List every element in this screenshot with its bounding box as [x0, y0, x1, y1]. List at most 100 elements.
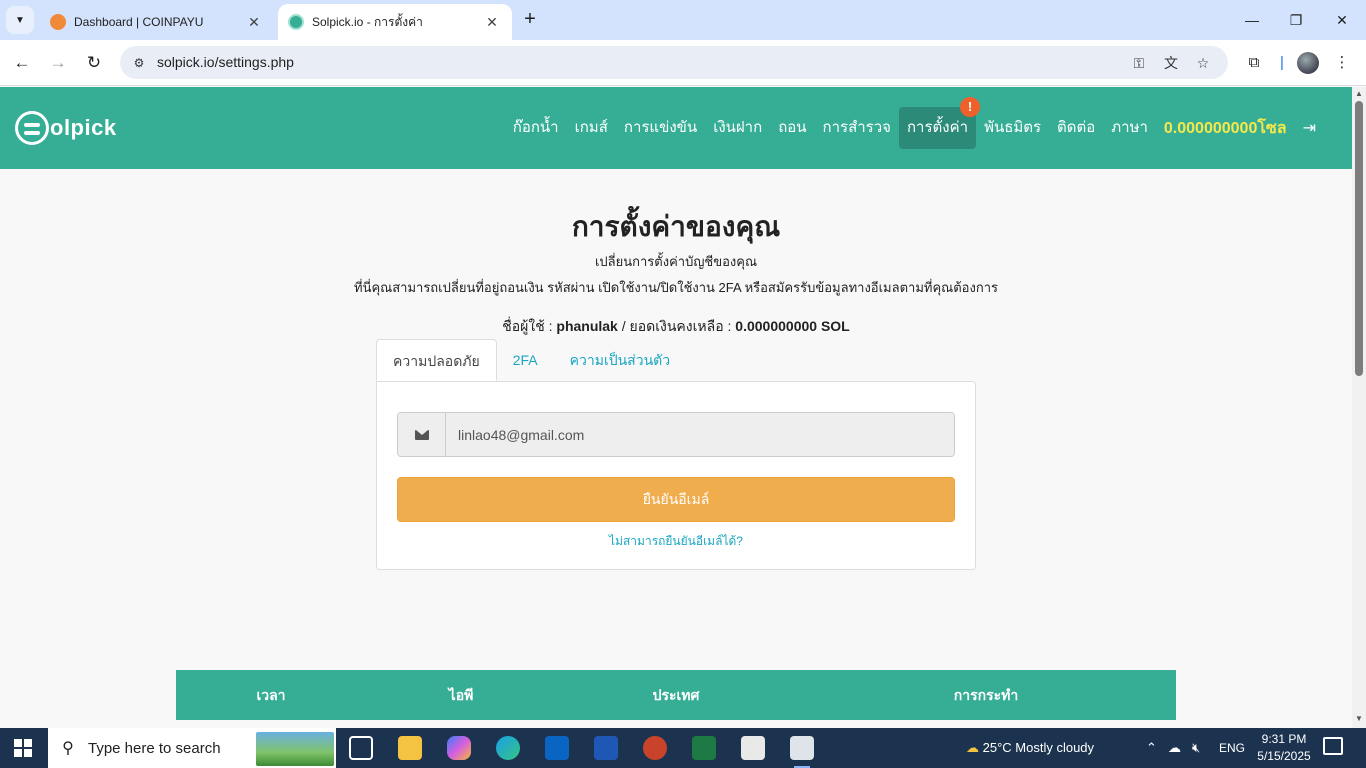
page-content: olpick ก๊อกน้ำ เกมส์ การแข่งขัน เงินฝาก …: [0, 87, 1352, 728]
word-icon[interactable]: [594, 736, 618, 760]
edge-icon[interactable]: [496, 736, 520, 760]
solpick-icon: [288, 14, 304, 30]
window-close-button[interactable]: ✕: [1330, 8, 1354, 32]
solpick-logo-icon: [15, 111, 49, 145]
browser-tab-solpick[interactable]: Solpick.io - การตั้งค่า ✕: [278, 4, 512, 40]
close-icon[interactable]: ✕: [482, 14, 502, 31]
back-arrow-icon[interactable]: ←: [10, 51, 34, 75]
settings-tabs: ความปลอดภัย 2FA ความเป็นส่วนตัว: [376, 339, 686, 381]
chrome-taskbar-icon[interactable]: [790, 736, 814, 768]
email-field[interactable]: [446, 413, 954, 456]
clock-date: 5/15/2025: [1257, 749, 1311, 763]
search-icon: ⚲: [62, 740, 74, 757]
excel-icon[interactable]: [692, 736, 716, 760]
page-description: ที่นี่คุณสามารถเปลี่ยนที่อยู่ถอนเงิน รหั…: [354, 280, 998, 295]
task-view-icon[interactable]: [349, 736, 373, 760]
bookmark-star-icon[interactable]: ☆: [1192, 52, 1214, 74]
nav-games[interactable]: เกมส์: [567, 107, 616, 149]
address-bar[interactable]: ⚙ solpick.io/settings.php ⚿ 文 ☆: [120, 46, 1228, 79]
minimize-button[interactable]: —: [1240, 8, 1264, 32]
user-info-line: ชื่อผู้ใช้ : phanulak / ยอดเงินคงเหลือ :…: [0, 316, 1352, 338]
balance-value: 0.000000000 SOL: [735, 318, 850, 334]
weather-text: 25°C Mostly cloudy: [982, 740, 1095, 755]
translate-icon[interactable]: 文: [1160, 52, 1182, 74]
scrollbar-thumb[interactable]: [1355, 101, 1363, 376]
url-text[interactable]: solpick.io/settings.php: [157, 54, 294, 70]
windows-start-icon[interactable]: [14, 739, 32, 757]
restore-button[interactable]: ❐: [1284, 8, 1308, 32]
envelope-icon: [398, 413, 446, 456]
nav-contests[interactable]: การแข่งขัน: [616, 107, 705, 149]
cant-confirm-email-link[interactable]: ไม่สามารถยืนยันอีเมล์ได้?: [377, 532, 975, 551]
taskbar-search[interactable]: ⚲ Type here to search: [48, 728, 336, 768]
tab-search-button[interactable]: ▼: [6, 6, 34, 34]
tray-chevron-icon[interactable]: ⌃: [1146, 728, 1157, 768]
cloud-sun-icon: ☁: [966, 740, 979, 755]
more-menu-icon[interactable]: ⋮: [1330, 51, 1354, 75]
file-explorer-icon[interactable]: [398, 736, 422, 760]
nav-settings[interactable]: การตั้งค่า !: [898, 97, 981, 149]
username-label: ชื่อผู้ใช้ :: [502, 318, 553, 334]
confirm-email-button[interactable]: ยืนยันอีเมล์: [397, 477, 955, 522]
nav-affiliates[interactable]: พันธมิตร: [976, 107, 1049, 149]
col-country: ประเทศ: [652, 687, 700, 703]
browser-tab-coinpayu[interactable]: Dashboard | COINPAYU ✕: [40, 4, 274, 40]
weather-widget[interactable]: ☁ 25°C Mostly cloudy: [966, 728, 1094, 768]
scroll-up-icon[interactable]: ▲: [1352, 89, 1366, 101]
copilot-icon[interactable]: [447, 736, 471, 760]
volume-muted-icon[interactable]: 🔇︎: [1192, 728, 1200, 768]
onedrive-cloud-icon[interactable]: ☁: [1168, 728, 1181, 768]
history-table-header: เวลา ไอพี ประเทศ การกระทำ: [176, 670, 1176, 720]
system-clock[interactable]: 9:31 PM 5/15/2025: [1254, 731, 1314, 765]
new-tab-button[interactable]: +: [518, 8, 542, 32]
tab-security[interactable]: ความปลอดภัย: [376, 339, 497, 381]
clock-time: 9:31 PM: [1261, 732, 1307, 746]
tab-privacy[interactable]: ความเป็นส่วนตัว: [554, 339, 687, 381]
solpick-logo[interactable]: olpick: [15, 111, 117, 145]
main-nav: ก๊อกน้ำ เกมส์ การแข่งขัน เงินฝาก ถอน การ…: [505, 97, 1324, 149]
nav-surveys[interactable]: การสำรวจ: [815, 107, 899, 149]
scroll-down-icon[interactable]: ▼: [1352, 714, 1366, 726]
outlook-icon[interactable]: [545, 736, 569, 760]
reload-icon[interactable]: ↻: [82, 51, 106, 75]
settings-intro: การตั้งค่าของคุณ เปลี่ยนการตั้งค่าบัญชีข…: [0, 205, 1352, 338]
profile-avatar[interactable]: [1297, 52, 1319, 74]
col-action: การกระทำ: [953, 687, 1019, 703]
nav-contact[interactable]: ติดต่อ: [1049, 107, 1103, 149]
powerpoint-icon[interactable]: [643, 736, 667, 760]
notification-icon[interactable]: [1323, 737, 1343, 755]
logo-text: olpick: [50, 115, 117, 140]
browser-toolbar: ← → ↻ ⚙ solpick.io/settings.php ⚿ 文 ☆ ⧉ …: [0, 40, 1366, 86]
extensions-icon[interactable]: ⧉: [1242, 51, 1266, 75]
forward-arrow-icon[interactable]: →: [46, 51, 70, 75]
browser-tab-bar: ▼ Dashboard | COINPAYU ✕ Solpick.io - กา…: [0, 0, 1366, 40]
tab-2fa[interactable]: 2FA: [497, 339, 554, 381]
tab-title: Solpick.io - การตั้งค่า: [312, 14, 423, 29]
email-input-group: [397, 412, 955, 457]
site-settings-icon[interactable]: ⚙: [128, 52, 150, 74]
tab-title: Dashboard | COINPAYU: [74, 15, 204, 29]
password-key-icon[interactable]: ⚿: [1128, 52, 1150, 74]
username-value: phanulak: [556, 318, 618, 334]
page-scrollbar[interactable]: ▲ ▼: [1352, 87, 1366, 728]
store-icon[interactable]: [741, 736, 765, 760]
site-header: olpick ก๊อกน้ำ เกมส์ การแข่งขัน เงินฝาก …: [0, 87, 1352, 169]
close-icon[interactable]: ✕: [244, 14, 264, 31]
nav-settings-label: การตั้งค่า: [906, 119, 969, 136]
header-balance: 0.000000000โซล: [1163, 119, 1287, 137]
toolbar-divider: |: [1280, 54, 1284, 71]
page-title: การตั้งค่าของคุณ: [571, 211, 781, 242]
page-subtitle: เปลี่ยนการตั้งค่าบัญชีของคุณ: [594, 254, 758, 269]
language-indicator[interactable]: ENG: [1219, 728, 1245, 768]
search-highlight-image: [256, 732, 334, 766]
balance-label: / ยอดเงินคงเหลือ :: [621, 318, 732, 334]
nav-deposit[interactable]: เงินฝาก: [705, 107, 770, 149]
col-time: เวลา: [256, 687, 286, 703]
nav-faucet[interactable]: ก๊อกน้ำ: [505, 107, 567, 149]
nav-withdraw[interactable]: ถอน: [770, 107, 814, 149]
logout-icon[interactable]: ⇥: [1295, 118, 1324, 138]
windows-taskbar: ⚲ Type here to search ☁ 25°C Mostly clou…: [0, 728, 1366, 768]
nav-language[interactable]: ภาษา: [1103, 107, 1156, 149]
coinpayu-fox-icon: [50, 14, 66, 30]
col-ip: ไอพี: [448, 687, 474, 703]
